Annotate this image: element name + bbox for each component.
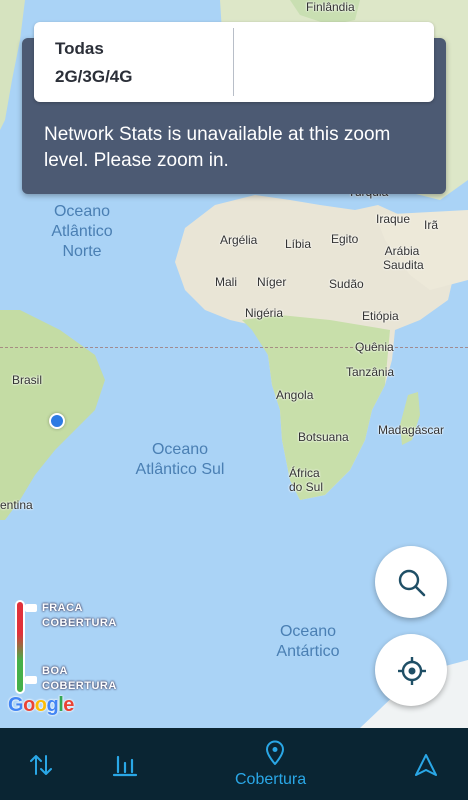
- map-label-etiopia: Etiópia: [362, 309, 399, 323]
- legend-weak-label: FRACA COBERTURA: [42, 602, 117, 629]
- map-label-madagascar: Madagáscar: [378, 423, 445, 437]
- map-label-arabia: Arábia Saudita: [383, 244, 424, 272]
- map-label-quenia: Quênia: [355, 340, 394, 354]
- arrows-updown-icon: [30, 755, 52, 775]
- map-pin-icon: [266, 740, 284, 765]
- zoom-in-message: Network Stats is unavailable at this zoo…: [44, 124, 391, 171]
- filter-divider: [233, 28, 234, 96]
- map-label-niger: Níger: [257, 275, 287, 289]
- navigation-arrow-icon: [415, 754, 437, 776]
- map-label-argentina: entina: [0, 498, 33, 512]
- search-button[interactable]: [375, 546, 447, 618]
- ocean-label-antartico: Oceano Antártico: [276, 623, 340, 660]
- crosshair-icon: [398, 657, 426, 685]
- map-label-sudao: Sudão: [329, 277, 364, 291]
- bottom-navigation: Cobertura: [0, 728, 468, 800]
- nav-tab-speed[interactable]: [400, 728, 452, 800]
- map-label-nigeria: Nigéria: [245, 306, 284, 320]
- map-label-argelia: Argélia: [220, 233, 258, 247]
- map-label-botsuana: Botsuana: [298, 430, 349, 444]
- equator-line: [0, 347, 468, 348]
- ocean-label-atlantico-norte: Oceano Atlântico Norte: [51, 203, 113, 260]
- map-label-brasil: Brasil: [12, 373, 43, 387]
- map-label-iraque: Iraque: [376, 212, 411, 226]
- coverage-legend-bar: [15, 600, 25, 694]
- nav-tab-stats[interactable]: [100, 728, 150, 800]
- search-icon: [398, 569, 426, 597]
- nav-tab-coverage-label: Cobertura: [235, 771, 307, 788]
- nav-tab-sort[interactable]: [16, 728, 66, 800]
- google-logo: Google: [8, 694, 74, 716]
- map-label-egito: Egito: [331, 232, 359, 246]
- map-label-finlandia: Finlândia: [306, 0, 355, 14]
- current-location-marker: [49, 413, 65, 429]
- bar-chart-icon: [112, 755, 138, 777]
- network-filter-selector[interactable]: Todas 2G/3G/4G: [34, 22, 434, 102]
- map-label-tanzania: Tanzânia: [346, 365, 395, 379]
- ocean-label-atlantico-sul: Oceano Atlântico Sul: [135, 441, 225, 478]
- legend-good-label: BOA COBERTURA: [42, 665, 117, 692]
- filter-network-type-label: 2G/3G/4G: [55, 67, 133, 86]
- map-label-africa-sul: África do Sul: [289, 466, 324, 494]
- map-label-libia: Líbia: [285, 237, 312, 251]
- filter-operator-label: Todas: [55, 39, 104, 58]
- legend-weak-marker: [25, 604, 37, 612]
- nav-tab-coverage[interactable]: Cobertura: [222, 728, 328, 800]
- map-label-ira: Irã: [424, 218, 439, 232]
- map-label-angola: Angola: [276, 388, 314, 402]
- map-label-mali: Mali: [215, 275, 238, 289]
- legend-good-marker: [25, 676, 37, 684]
- locate-me-button[interactable]: [375, 634, 447, 706]
